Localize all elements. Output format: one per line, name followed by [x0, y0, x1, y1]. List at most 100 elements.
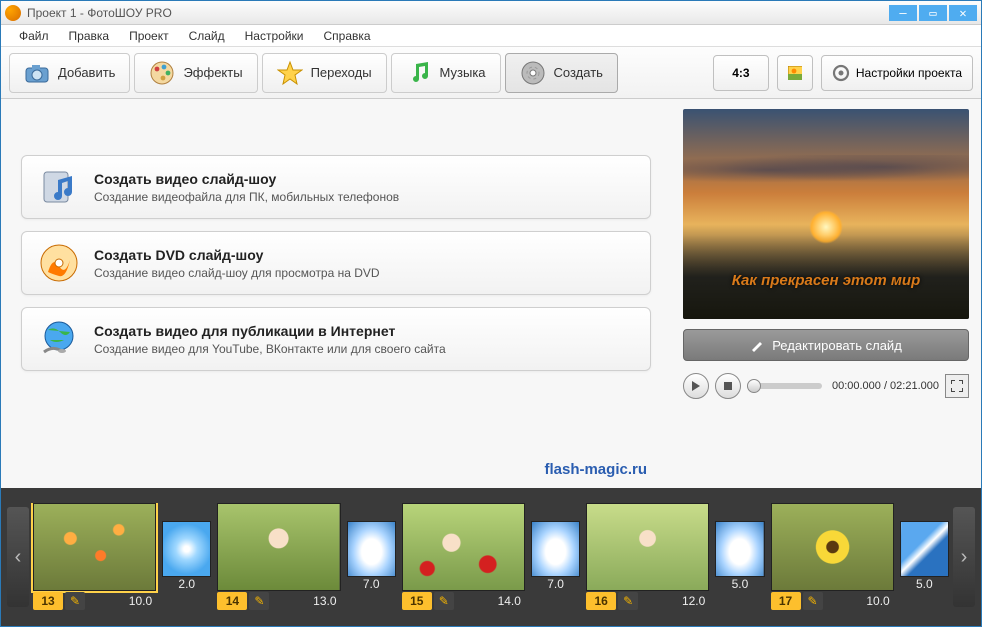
stop-button[interactable]: [715, 373, 741, 399]
preview-thumbnail-button[interactable]: [777, 55, 813, 91]
tab-создать[interactable]: Создать: [505, 53, 618, 93]
slide-thumbnail: [402, 503, 525, 591]
transition-thumbnail: [162, 521, 211, 577]
tab-добавить[interactable]: Добавить: [9, 53, 130, 93]
menu-item-3[interactable]: Слайд: [179, 27, 235, 45]
menu-item-1[interactable]: Правка: [59, 27, 120, 45]
timeline-prev-button[interactable]: ‹: [7, 507, 29, 607]
maximize-button[interactable]: ▭: [919, 5, 947, 21]
slide-number: 13: [33, 592, 63, 610]
option-title: Создать DVD слайд-шоу: [94, 247, 380, 263]
project-settings-button[interactable]: Настройки проекта: [821, 55, 973, 91]
transition-duration: 2.0: [162, 577, 211, 593]
timeline-transition-0[interactable]: 2.0: [162, 521, 211, 593]
transition-thumbnail: [347, 521, 396, 577]
timeline-transition-3[interactable]: 5.0: [715, 521, 764, 593]
fullscreen-button[interactable]: [945, 374, 969, 398]
timeline-next-button[interactable]: ›: [953, 507, 975, 607]
gear-icon: [832, 64, 850, 82]
toolbar: ДобавитьЭффектыПереходыМузыкаСоздать 4:3…: [1, 47, 981, 99]
timeline-slide-14[interactable]: 14✎13.0: [217, 503, 340, 611]
slide-number: 17: [771, 592, 801, 610]
transition-duration: 7.0: [347, 577, 396, 593]
star-icon: [277, 60, 303, 86]
timeline-transition-1[interactable]: 7.0: [347, 521, 396, 593]
project-settings-label: Настройки проекта: [856, 66, 962, 80]
edit-slide-button[interactable]: Редактировать слайд: [683, 329, 969, 361]
playback-controls: 00:00.000 / 02:21.000: [683, 373, 969, 399]
play-button[interactable]: [683, 373, 709, 399]
slide-duration: 13.0: [269, 594, 340, 608]
slide-duration: 14.0: [454, 594, 525, 608]
transition-thumbnail: [900, 521, 949, 577]
seek-bar[interactable]: [747, 383, 822, 389]
option-subtitle: Создание видео слайд-шоу для просмотра н…: [94, 266, 380, 280]
transition-thumbnail: [715, 521, 764, 577]
palette-icon: [149, 60, 175, 86]
menu-item-0[interactable]: Файл: [9, 27, 59, 45]
tab-эффекты[interactable]: Эффекты: [134, 53, 257, 93]
slide-number: 15: [402, 592, 432, 610]
transition-duration: 5.0: [900, 577, 949, 593]
music-icon: [406, 60, 432, 86]
timeline-slide-17[interactable]: 17✎10.0: [771, 503, 894, 611]
tab-переходы[interactable]: Переходы: [262, 53, 387, 93]
minimize-button[interactable]: —: [889, 5, 917, 21]
slide-edit-icon[interactable]: ✎: [618, 592, 638, 610]
transition-thumbnail: [531, 521, 580, 577]
timeline-slide-15[interactable]: 15✎14.0: [402, 503, 525, 611]
slide-edit-icon[interactable]: ✎: [434, 592, 454, 610]
timeline-slide-13[interactable]: 13✎10.0: [33, 503, 156, 611]
create-option-0[interactable]: Создать видео слайд-шоу Создание видеофай…: [21, 155, 651, 219]
option-subtitle: Создание видеофайла для ПК, мобильных те…: [94, 190, 399, 204]
slide-thumbnail: [217, 503, 340, 591]
menu-item-4[interactable]: Настройки: [235, 27, 314, 45]
slide-duration: 12.0: [638, 594, 709, 608]
transition-duration: 7.0: [531, 577, 580, 593]
app-window: Проект 1 - ФотоШОУ PRO — ▭ ✕ ФайлПравкаП…: [0, 0, 982, 627]
slide-edit-icon[interactable]: ✎: [249, 592, 269, 610]
image-icon: [788, 66, 802, 80]
option-title: Создать видео слайд-шоу: [94, 171, 399, 187]
slide-number: 16: [586, 592, 616, 610]
aspect-ratio-button[interactable]: 4:3: [713, 55, 769, 91]
slide-thumbnail: [586, 503, 709, 591]
slide-duration: 10.0: [823, 594, 894, 608]
create-option-1[interactable]: Создать DVD слайд-шоу Создание видео слай…: [21, 231, 651, 295]
preview-caption: Как прекрасен этот мир: [683, 272, 969, 289]
timeline-transition-4[interactable]: 5.0: [900, 521, 949, 593]
window-title: Проект 1 - ФотоШОУ PRO: [27, 6, 889, 20]
option-subtitle: Создание видео для YouTube, ВКонтакте ил…: [94, 342, 446, 356]
timecode: 00:00.000 / 02:21.000: [832, 380, 939, 392]
slide-edit-icon[interactable]: ✎: [803, 592, 823, 610]
watermark: flash-magic.ru: [544, 461, 647, 478]
timeline-content[interactable]: 13✎10.02.014✎13.07.015✎14.07.016✎12.05.0…: [29, 503, 953, 611]
create-option-2[interactable]: Создать видео для публикации в Интернет С…: [21, 307, 651, 371]
slide-duration: 10.0: [85, 594, 156, 608]
slide-thumbnail: [771, 503, 894, 591]
option-title: Создать видео для публикации в Интернет: [94, 323, 446, 339]
body-area: Создать видео слайд-шоу Создание видеофай…: [1, 99, 981, 488]
disc-icon: [520, 60, 546, 86]
camera-icon: [24, 60, 50, 86]
dvd-burn-icon: [38, 242, 80, 284]
titlebar: Проект 1 - ФотоШОУ PRO — ▭ ✕: [1, 1, 981, 25]
close-button[interactable]: ✕: [949, 5, 977, 21]
pencil-icon: [750, 338, 764, 352]
timeline-slide-16[interactable]: 16✎12.0: [586, 503, 709, 611]
menu-item-5[interactable]: Справка: [313, 27, 380, 45]
app-icon: [5, 5, 21, 21]
slide-thumbnail: [33, 503, 156, 591]
tab-музыка[interactable]: Музыка: [391, 53, 501, 93]
transition-duration: 5.0: [715, 577, 764, 593]
main-panel: Создать видео слайд-шоу Создание видеофай…: [1, 99, 671, 488]
slide-number: 14: [217, 592, 247, 610]
seek-knob[interactable]: [747, 379, 761, 393]
menu-item-2[interactable]: Проект: [119, 27, 179, 45]
menubar: ФайлПравкаПроектСлайдНастройкиСправка: [1, 25, 981, 47]
preview-image[interactable]: Как прекрасен этот мир: [683, 109, 969, 319]
timeline-transition-2[interactable]: 7.0: [531, 521, 580, 593]
slide-edit-icon[interactable]: ✎: [65, 592, 85, 610]
globe-icon: [38, 318, 80, 360]
video-file-icon: [38, 166, 80, 208]
